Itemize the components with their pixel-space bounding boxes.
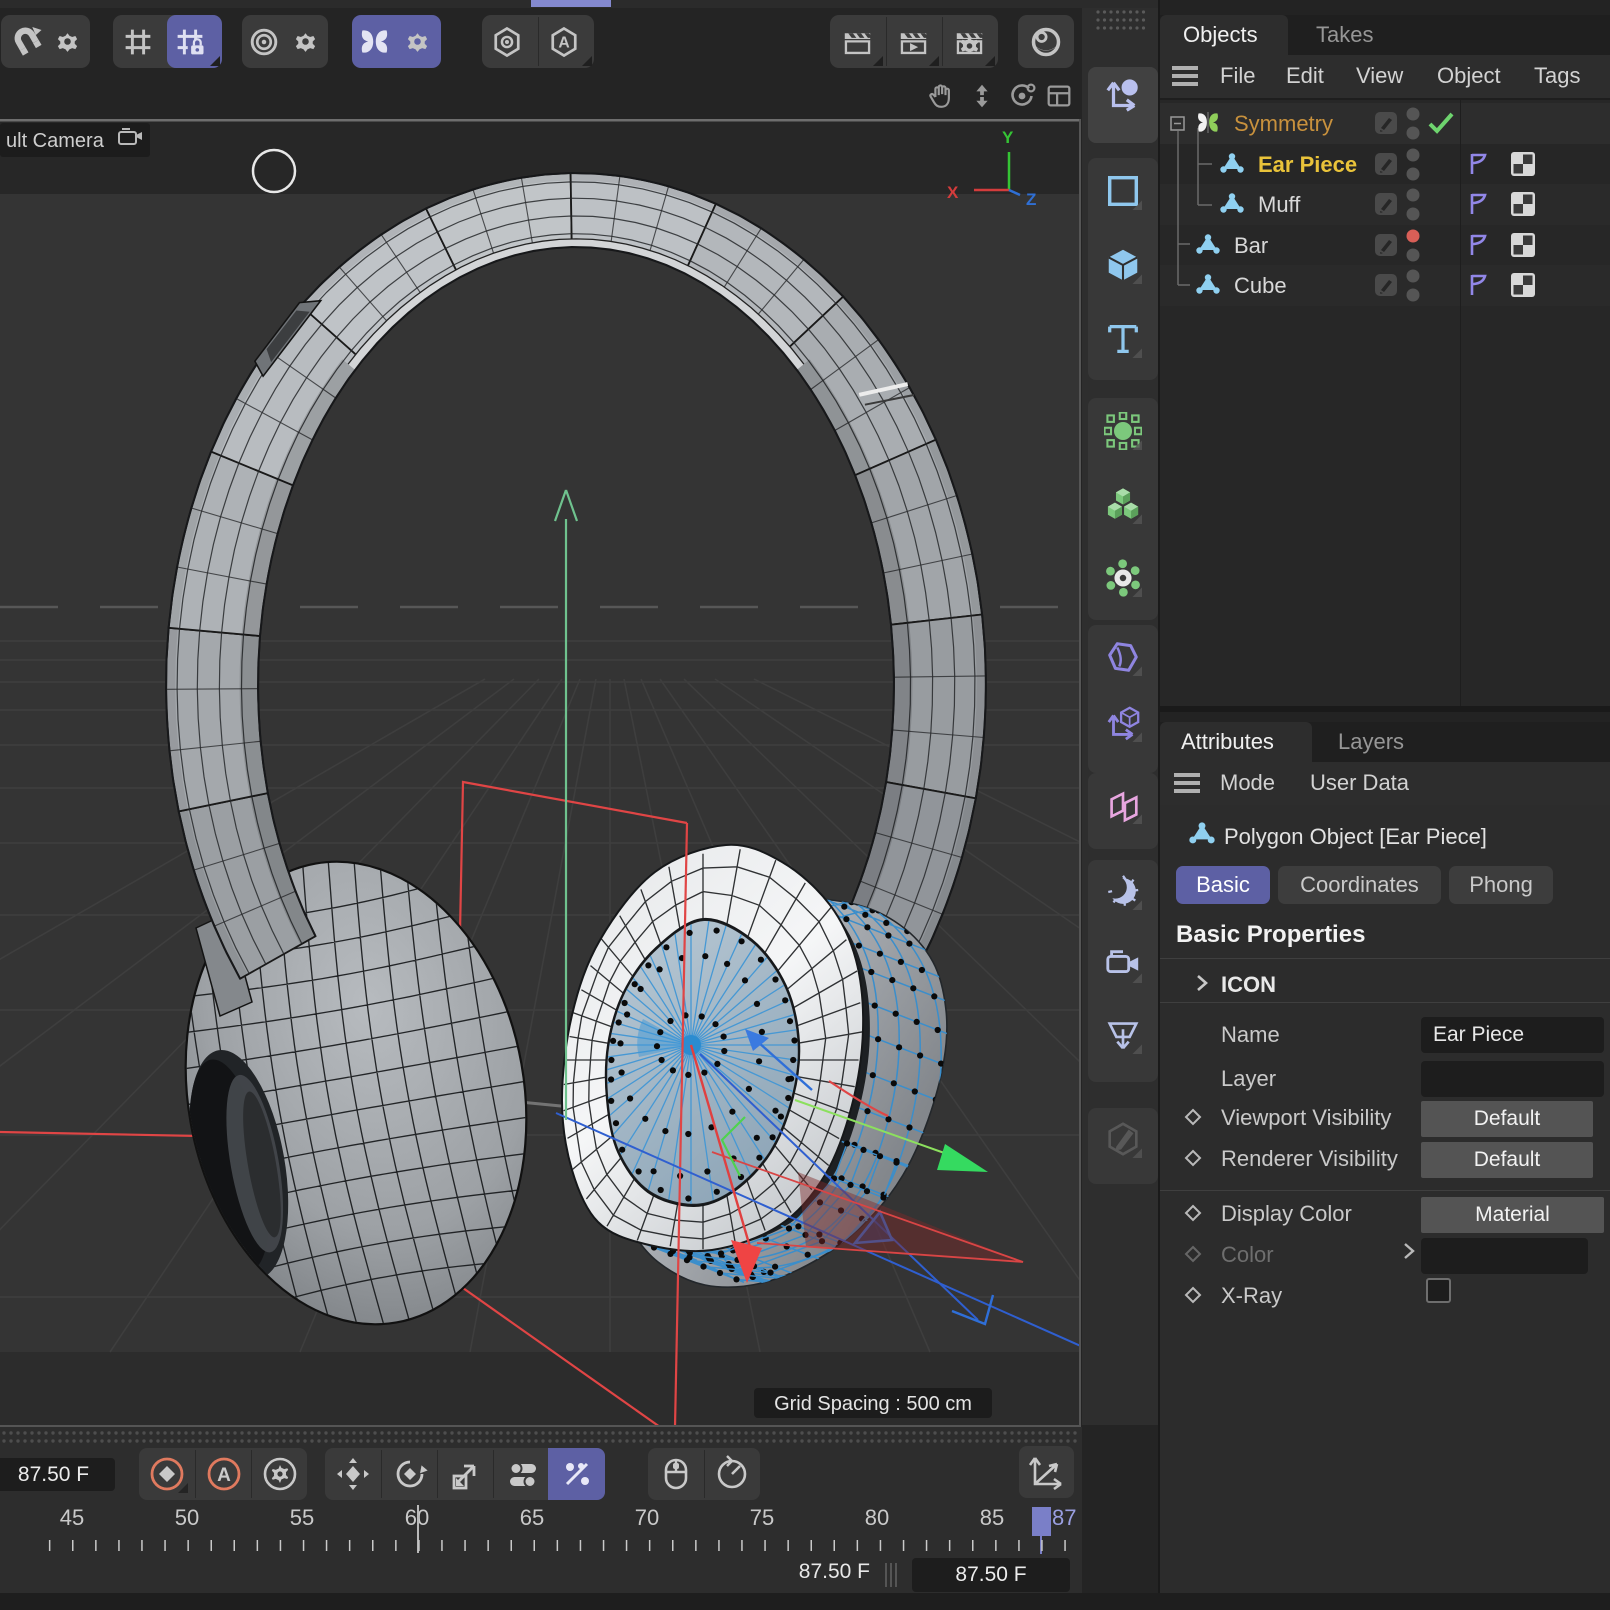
svg-text:A: A	[558, 35, 569, 52]
svg-text:Grid Spacing : 500 cm: Grid Spacing : 500 cm	[774, 1393, 972, 1415]
svg-text:Z: Z	[1026, 190, 1036, 209]
svg-text:ult Camera: ult Camera	[6, 130, 105, 152]
svg-text:A: A	[217, 1465, 231, 1486]
svg-text:X: X	[947, 183, 959, 202]
svg-text:Y: Y	[1002, 128, 1014, 147]
